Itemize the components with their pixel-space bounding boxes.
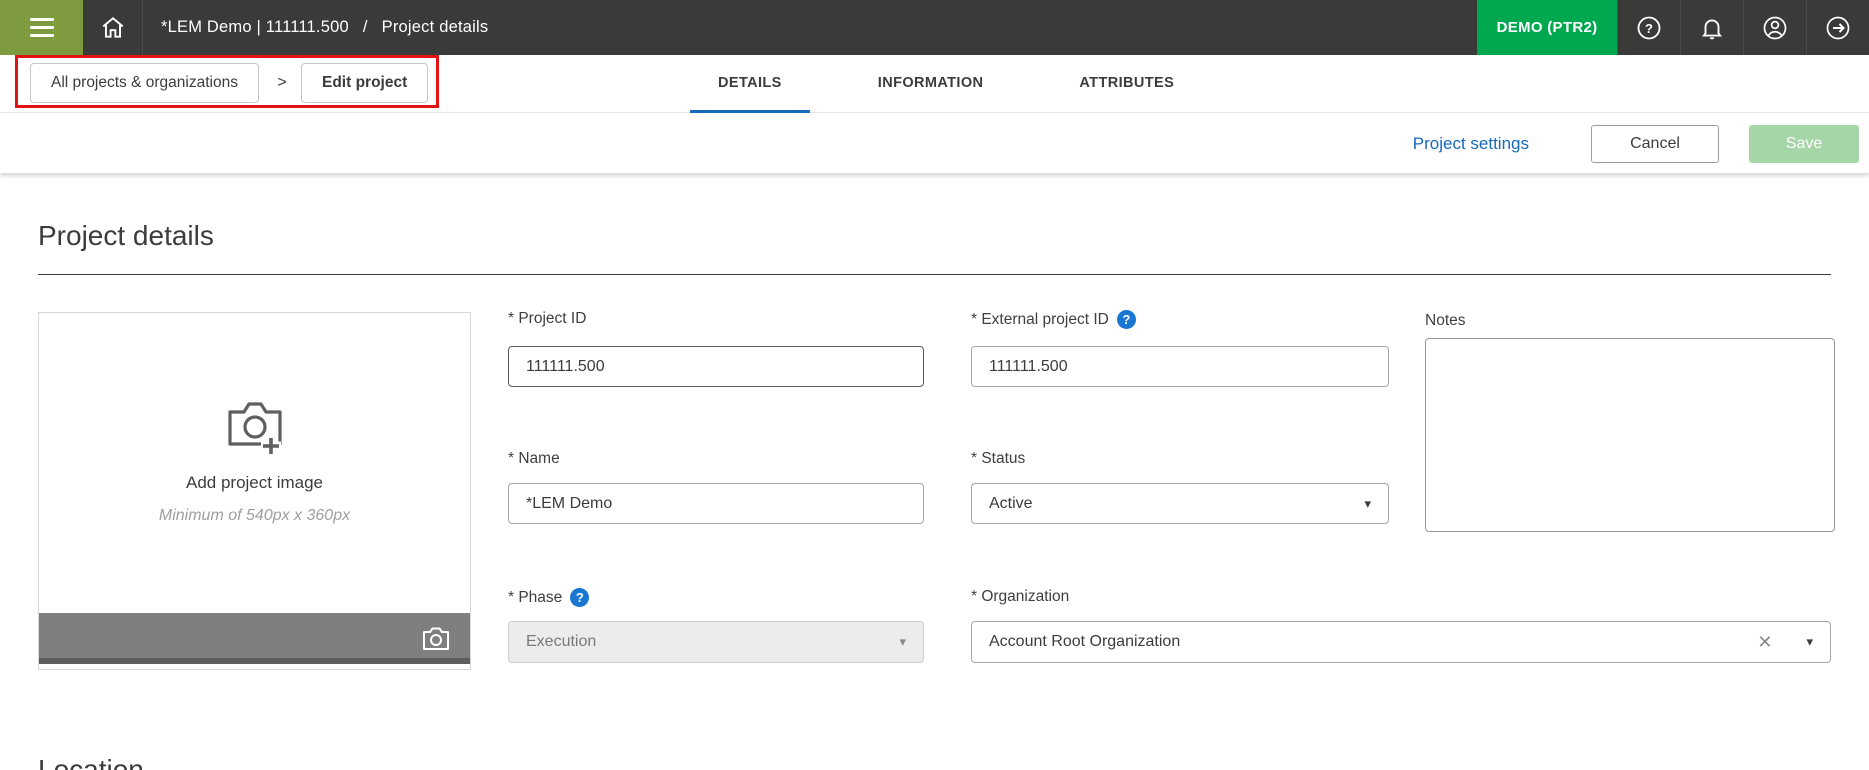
home-button[interactable]: [83, 0, 143, 55]
tab-bar: DETAILS INFORMATION ATTRIBUTES: [690, 55, 1202, 113]
breadcrumb: *LEM Demo | 111111.500 / Project details: [161, 0, 488, 55]
chevron-down-icon: ▾: [1806, 634, 1813, 650]
tab-attributes[interactable]: ATTRIBUTES: [1051, 55, 1202, 113]
chevron-down-icon: ▾: [1364, 496, 1371, 512]
svg-text:?: ?: [1645, 21, 1653, 36]
upload-action-bar: [39, 613, 470, 664]
camera-icon[interactable]: [422, 626, 450, 652]
bell-icon: [1699, 15, 1725, 41]
tab-details[interactable]: DETAILS: [690, 55, 810, 113]
title-divider: [38, 274, 1831, 275]
name-label: * Name: [508, 450, 560, 468]
status-value: Active: [989, 495, 1356, 513]
upload-label: Add project image: [39, 473, 470, 493]
breadcrumb-project: *LEM Demo | 111111.500: [161, 18, 349, 37]
chevron-right-icon: >: [263, 63, 301, 103]
help-button[interactable]: ?: [1617, 0, 1680, 55]
organization-value: Account Root Organization: [989, 633, 1757, 651]
user-icon: [1761, 14, 1789, 42]
project-image-dropzone[interactable]: Add project image Minimum of 540px x 360…: [38, 312, 471, 670]
chip-edit-project[interactable]: Edit project: [301, 63, 428, 103]
project-settings-link[interactable]: Project settings: [1413, 134, 1529, 154]
external-id-help-icon[interactable]: ?: [1117, 310, 1136, 329]
tab-information[interactable]: INFORMATION: [850, 55, 1012, 113]
page-title: Project details: [38, 220, 214, 252]
home-icon: [100, 15, 126, 41]
phase-help-icon[interactable]: ?: [570, 588, 589, 607]
notifications-button[interactable]: [1680, 0, 1743, 55]
name-input[interactable]: [508, 483, 924, 524]
save-button[interactable]: Save: [1749, 125, 1859, 163]
help-icon: ?: [1635, 14, 1663, 42]
status-label: * Status: [971, 450, 1025, 468]
phase-select: Execution ▾: [508, 621, 924, 663]
phase-label: * Phase ?: [508, 588, 589, 607]
action-bar: Project settings Cancel Save: [0, 114, 1869, 173]
breadcrumb-separator: /: [363, 18, 368, 37]
cancel-button[interactable]: Cancel: [1591, 125, 1719, 163]
breadcrumb-page: Project details: [382, 18, 489, 37]
project-id-input[interactable]: [508, 346, 924, 387]
logout-button[interactable]: [1806, 0, 1869, 55]
project-id-label: * Project ID: [508, 310, 586, 328]
top-bar: *LEM Demo | 111111.500 / Project details…: [0, 0, 1869, 55]
hamburger-menu-button[interactable]: [0, 0, 83, 55]
organization-select[interactable]: Account Root Organization ✕ ▾: [971, 621, 1831, 663]
app-window: *LEM Demo | 111111.500 / Project details…: [0, 0, 1869, 770]
upload-min-size: Minimum of 540px x 360px: [39, 507, 470, 525]
phase-value: Execution: [526, 633, 891, 651]
account-button[interactable]: [1743, 0, 1806, 55]
chevron-down-icon: ▾: [899, 634, 906, 650]
camera-plus-icon: [222, 395, 288, 461]
location-section-title: Location: [38, 754, 144, 770]
notes-label: Notes: [1425, 312, 1466, 330]
logout-icon: [1824, 14, 1852, 42]
notes-textarea[interactable]: [1425, 338, 1835, 532]
upload-bar-edge: [39, 658, 470, 664]
external-project-id-label: * External project ID ?: [971, 310, 1136, 329]
clear-icon[interactable]: ✕: [1757, 632, 1772, 653]
status-select[interactable]: Active ▾: [971, 483, 1389, 524]
external-project-id-input[interactable]: [971, 346, 1389, 387]
nav-strip: All projects & organizations > Edit proj…: [0, 55, 1869, 113]
hamburger-icon: [30, 18, 54, 37]
environment-button[interactable]: DEMO (PTR2): [1477, 0, 1617, 55]
chip-all-projects[interactable]: All projects & organizations: [30, 63, 259, 103]
organization-label: * Organization: [971, 588, 1069, 606]
